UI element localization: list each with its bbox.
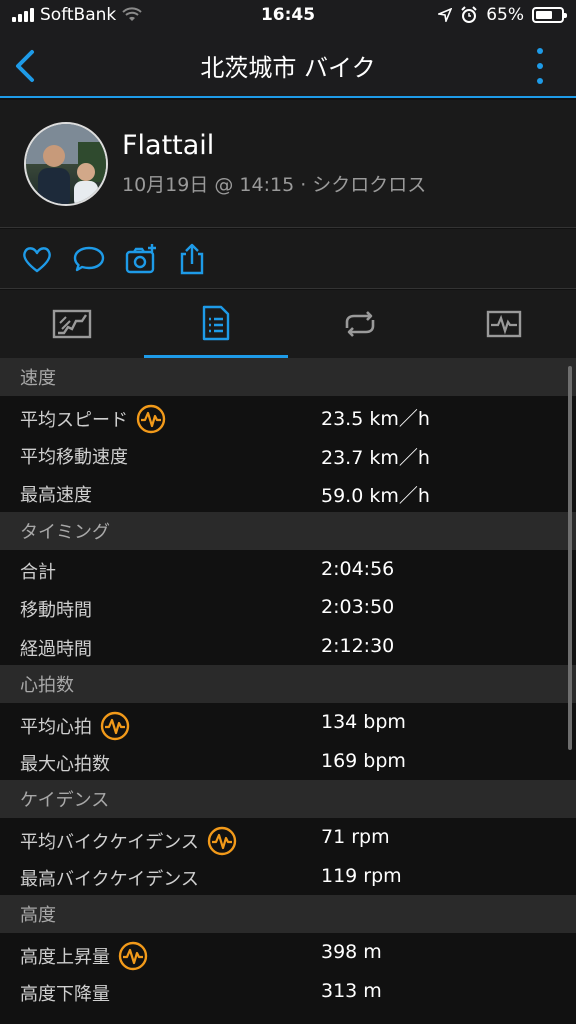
activity-date-type: 10月19日 @ 14:15 · シクロクロス <box>122 174 427 196</box>
tab-charts[interactable] <box>432 290 576 358</box>
stat-row: 合計 2:04:56 <box>0 550 576 589</box>
stat-label: 平均スピード <box>20 410 128 431</box>
stat-value: 2:12:30 <box>321 634 395 657</box>
stat-label-wrap: 最高バイクケイデンス <box>20 865 199 891</box>
heart-rate-zone-icon[interactable] <box>118 941 148 971</box>
map-icon <box>52 309 92 339</box>
stat-label-wrap: 平均スピード <box>20 404 166 434</box>
stat-row: 平均心拍 134 bpm <box>0 703 576 742</box>
stat-value: 23.5 km／h <box>321 408 430 430</box>
stat-value: 2:04:56 <box>321 557 395 580</box>
section-header: タイミング <box>0 511 576 550</box>
stat-label-wrap: 移動時間 <box>20 596 92 622</box>
stat-row: 高度下降量 313 m <box>0 972 576 1011</box>
heart-rate-zone-icon[interactable] <box>136 404 166 434</box>
stat-value: 398 m <box>321 941 382 963</box>
stat-row: 平均移動速度 23.7 km／h <box>0 435 576 474</box>
stat-row: 経過時間 2:12:30 <box>0 627 576 666</box>
section-header: 心拍数 <box>0 665 576 703</box>
stat-label: 平均バイクケイデンス <box>20 832 199 853</box>
location-icon <box>438 8 453 22</box>
battery-icon <box>532 7 567 23</box>
stat-label-wrap: 経過時間 <box>20 635 92 661</box>
stat-label-wrap: 高度下降量 <box>20 980 110 1006</box>
stat-label: 経過時間 <box>20 638 92 660</box>
stat-label-wrap: 最大心拍数 <box>20 750 110 776</box>
heart-rate-zone-icon[interactable] <box>207 826 237 856</box>
section-header: ケイデンス <box>0 780 576 818</box>
page-title: 北茨城市 バイク <box>200 54 376 82</box>
stat-label-wrap: 平均心拍 <box>20 711 130 741</box>
avatar[interactable] <box>24 122 108 206</box>
heart-rate-zone-icon[interactable] <box>100 711 130 741</box>
stat-label: 移動時間 <box>20 600 92 621</box>
stat-row: 最高バイクケイデンス 119 rpm <box>0 857 576 896</box>
activity-tabs <box>0 290 576 358</box>
stat-row: 平均スピード 23.5 km／h <box>0 396 576 435</box>
stat-value: 71 rpm <box>321 826 390 848</box>
stat-label-wrap: 最高速度 <box>20 481 92 507</box>
athlete-name[interactable]: Flattail <box>122 130 214 161</box>
stat-label: 平均移動速度 <box>20 446 128 468</box>
stat-label-wrap: 高度上昇量 <box>20 941 148 971</box>
stat-label: 最大心拍数 <box>20 753 110 775</box>
stats-list-icon <box>202 305 230 340</box>
stat-label: 平均心拍 <box>20 717 92 738</box>
stat-value: 59.0 km／h <box>321 485 430 507</box>
like-heart-icon[interactable] <box>20 242 54 276</box>
stat-value: 134 bpm <box>321 711 406 733</box>
stat-label-wrap: 平均バイクケイデンス <box>20 826 237 856</box>
battery-percent: 65% <box>486 5 524 25</box>
chart-pulse-icon <box>486 310 522 338</box>
stat-label-wrap: 合計 <box>20 558 56 584</box>
stat-label: 合計 <box>20 561 56 583</box>
stat-row: 最高速度 59.0 km／h <box>0 473 576 512</box>
activity-header: Flattail 10月19日 @ 14:15 · シクロクロス <box>0 100 576 228</box>
stat-value: 313 m <box>321 979 382 1002</box>
nav-bar: 北茨城市 バイク <box>0 34 576 98</box>
stat-value: 23.7 km／h <box>321 446 430 469</box>
stat-row: 平均バイクケイデンス 71 rpm <box>0 818 576 857</box>
share-icon[interactable] <box>175 242 209 276</box>
stat-value: 2:03:50 <box>321 596 395 618</box>
action-bar <box>0 229 576 289</box>
add-photo-icon[interactable] <box>124 242 158 276</box>
status-bar: SoftBank 16:45 65% <box>0 0 576 34</box>
stat-row: 移動時間 2:03:50 <box>0 588 576 627</box>
scrollbar[interactable] <box>568 366 572 750</box>
section-header: 高度 <box>0 895 576 933</box>
stats-list[interactable]: 速度平均スピード 23.5 km／h 平均移動速度 23.7 km／h 最高速度 59.0… <box>0 358 576 1024</box>
tab-map[interactable] <box>0 290 144 358</box>
stat-row: 最大心拍数 169 bpm <box>0 742 576 781</box>
stat-label: 最高バイクケイデンス <box>20 868 199 890</box>
stat-value: 169 bpm <box>321 749 406 772</box>
stat-label: 高度上昇量 <box>20 947 110 968</box>
stat-label: 最高速度 <box>20 485 92 506</box>
stat-row: 高度上昇量 398 m <box>0 933 576 972</box>
stat-label: 高度下降量 <box>20 983 110 1005</box>
comment-icon[interactable] <box>72 242 106 276</box>
tab-laps[interactable] <box>288 290 432 358</box>
tab-stats[interactable] <box>144 290 288 358</box>
laps-repeat-icon <box>345 311 375 337</box>
section-header: 速度 <box>0 358 576 396</box>
status-right: 65% <box>438 5 567 25</box>
stat-value: 119 rpm <box>321 864 402 887</box>
alarm-icon <box>461 6 477 23</box>
stat-label-wrap: 平均移動速度 <box>20 443 128 469</box>
more-options-icon[interactable] <box>536 48 544 84</box>
